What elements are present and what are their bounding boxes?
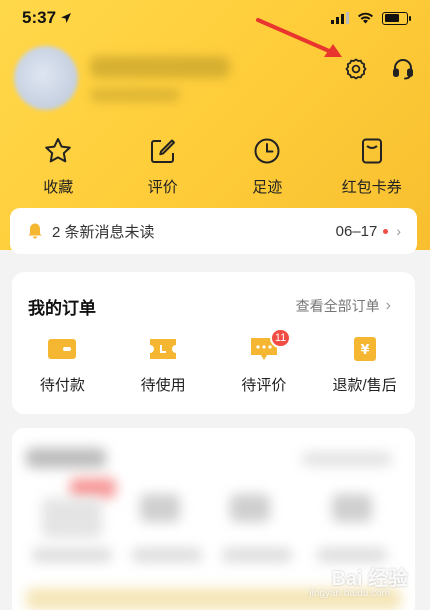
view-all-orders-link[interactable]: 查看全部订单 ›: [296, 296, 391, 316]
watermark-logo: Bai 经验: [331, 568, 408, 590]
wallet-icon: [361, 138, 382, 164]
order-label: 待付款: [39, 377, 85, 394]
location-arrow-icon: [61, 13, 72, 23]
quick-link-label: 红包卡券: [341, 179, 402, 196]
my-orders-card: 我的订单 查看全部订单 › 待付款 待使用 11 待评价 ¥ 退款/售后: [12, 272, 415, 414]
headset-icon: [393, 59, 413, 80]
order-to-review[interactable]: 11 待评价: [214, 328, 314, 395]
quick-link-history[interactable]: 足迹: [227, 136, 307, 198]
order-refund-aftersale[interactable]: ¥ 退款/售后: [315, 336, 415, 395]
yen-icon: ¥: [353, 337, 376, 361]
wallet-icon: [48, 339, 77, 359]
quick-link-label: 收藏: [43, 179, 74, 196]
status-bar: 5:37: [0, 0, 430, 36]
order-pending-payment[interactable]: 待付款: [12, 336, 112, 395]
quick-link-label: 评价: [147, 179, 178, 196]
order-to-use[interactable]: 待使用: [113, 336, 213, 395]
svg-text:¥: ¥: [360, 343, 369, 358]
quick-links: 收藏 评价 足迹 红包卡券: [0, 136, 430, 198]
avatar[interactable]: [14, 46, 78, 110]
watermark-url: jingyan.baidu.com: [309, 588, 390, 599]
message-notice-bar[interactable]: 2 条新消息未读 06–17 ›: [10, 208, 417, 254]
wifi-icon: [358, 12, 373, 24]
bell-icon: [28, 223, 42, 239]
order-label: 退款/售后: [332, 377, 397, 394]
quick-link-reviews[interactable]: 评价: [123, 136, 203, 198]
edit-icon: [150, 139, 175, 163]
unread-dot: [383, 228, 389, 234]
review-count-badge: 11: [269, 328, 292, 348]
annotation-arrow-icon: [256, 18, 342, 57]
chevron-right-icon: ›: [385, 297, 391, 314]
order-status-row: 待付款 待使用 11 待评价 ¥ 退款/售后: [12, 328, 415, 395]
quick-link-favorites[interactable]: 收藏: [18, 136, 98, 198]
status-time: 5:37: [22, 8, 72, 28]
chevron-right-icon: ›: [396, 223, 401, 239]
notice-date: 06–17: [335, 222, 378, 240]
username-blurred: [90, 56, 230, 78]
user-subtitle-blurred: [90, 88, 180, 102]
order-label: 待使用: [140, 377, 186, 394]
orders-title: 我的订单: [28, 299, 96, 318]
ticket-icon: [150, 339, 177, 359]
notice-text: 2 条新消息未读: [52, 223, 155, 241]
clock-icon: [254, 138, 280, 164]
star-icon: [45, 138, 72, 163]
order-label: 待评价: [241, 377, 287, 394]
customer-service-button[interactable]: [390, 56, 416, 82]
quick-link-coupons[interactable]: 红包卡券: [332, 136, 412, 198]
quick-link-label: 足迹: [252, 179, 283, 196]
battery-icon: [382, 11, 411, 25]
